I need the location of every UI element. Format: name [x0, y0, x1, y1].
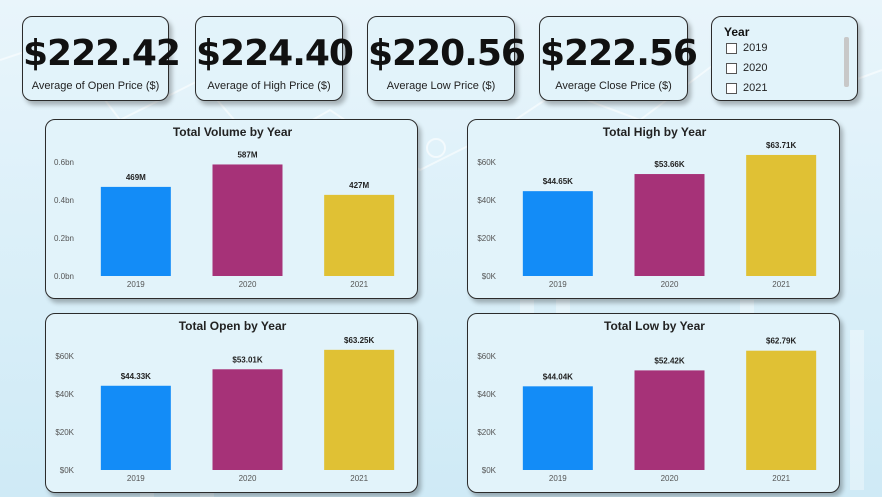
x-tick-label: 2020 [239, 280, 257, 289]
y-tick-label: $40K [477, 196, 496, 205]
kpi-label: Average of High Price ($) [207, 80, 331, 92]
chart-title: Total Low by Year [604, 319, 705, 333]
checkbox[interactable] [726, 82, 737, 94]
x-tick-label: 2019 [127, 280, 145, 289]
data-label: $52.42K [654, 356, 684, 365]
chart-svg: Total Low by Year $0K $20K $40K $60K $44.04K 2… [477, 319, 817, 483]
bar-2021[interactable] [324, 194, 395, 276]
chart-total-low: Total Low by Year $0K $20K $40K $60K $44.04K 2… [467, 313, 840, 493]
bar-2019[interactable] [522, 191, 593, 276]
bar-2020[interactable] [634, 174, 705, 276]
y-tick-label: $0K [482, 466, 497, 475]
x-tick-label: 2021 [350, 280, 368, 289]
y-tick-label: 0.6bn [54, 158, 74, 167]
chart-total-open: Total Open by Year $0K $20K $40K $60K $44.33K… [45, 313, 418, 493]
bar-2021[interactable] [324, 349, 395, 470]
y-tick-label: $0K [482, 272, 497, 281]
data-label: 469M [126, 173, 146, 182]
slicer-scrollbar[interactable] [844, 37, 849, 87]
x-tick-label: 2019 [127, 474, 145, 483]
x-tick-label: 2021 [772, 280, 790, 289]
y-tick-label: $20K [477, 234, 496, 243]
y-tick-label: $0K [60, 466, 75, 475]
data-label: 427M [349, 181, 369, 190]
bar-2019[interactable] [100, 385, 171, 470]
data-label: $44.33K [121, 372, 151, 381]
y-tick-label: $40K [477, 390, 496, 399]
x-tick-label: 2019 [549, 474, 567, 483]
slicer-option-label: 2020 [743, 62, 768, 74]
kpi-label: Average Close Price ($) [555, 80, 672, 92]
data-label: $63.71K [766, 141, 796, 150]
kpi-card-open: $222.42 Average of Open Price ($) [22, 16, 181, 101]
kpi-card-close: $222.56 Average Close Price ($) [539, 16, 698, 101]
y-tick-label: $60K [477, 158, 496, 167]
slicer-option-2020[interactable]: 2020 [726, 62, 767, 74]
y-tick-label: 0.2bn [54, 234, 74, 243]
slicer-title: Year [724, 25, 750, 39]
slicer-option-label: 2019 [743, 42, 768, 54]
chart-title: Total Open by Year [179, 319, 287, 333]
slicer-option-label: 2021 [743, 82, 768, 94]
chart-total-high: Total High by Year $0K $20K $40K $60K $44.65K… [467, 119, 840, 299]
data-label: $53.01K [232, 355, 262, 364]
x-tick-label: 2021 [350, 474, 368, 483]
checkbox[interactable] [726, 62, 737, 74]
kpi-value: $220.56 [368, 33, 526, 74]
kpi-label: Average of Open Price ($) [31, 80, 160, 92]
kpi-card-high: $224.40 Average of High Price ($) [195, 16, 354, 101]
x-tick-label: 2021 [772, 474, 790, 483]
bar-2020[interactable] [212, 369, 283, 470]
kpi-value: $222.56 [540, 33, 698, 74]
y-tick-label: $20K [477, 428, 496, 437]
x-tick-label: 2020 [239, 474, 257, 483]
y-tick-label: 0.4bn [54, 196, 74, 205]
chart-svg: Total Volume by Year 0.0bn 0.2bn 0.4bn 0.6bn… [54, 125, 395, 289]
slicer-option-2021[interactable]: 2021 [726, 82, 767, 94]
bar-2021[interactable] [746, 154, 817, 276]
kpi-value: $222.42 [23, 33, 181, 74]
chart-title: Total High by Year [603, 125, 707, 139]
chart-title: Total Volume by Year [173, 125, 293, 139]
bar-2020[interactable] [212, 164, 283, 276]
data-label: $63.25K [344, 336, 374, 345]
data-label: $44.04K [543, 372, 573, 381]
checkbox[interactable] [726, 42, 737, 54]
y-tick-label: $40K [55, 390, 74, 399]
bar-2019[interactable] [522, 386, 593, 470]
bar-2019[interactable] [100, 186, 171, 276]
y-tick-label: $20K [55, 428, 74, 437]
y-tick-label: $60K [477, 352, 496, 361]
data-label: 587M [237, 150, 257, 159]
kpi-label: Average Low Price ($) [386, 80, 496, 92]
y-tick-label: $60K [55, 352, 74, 361]
bar-2020[interactable] [634, 370, 705, 470]
chart-svg: Total High by Year $0K $20K $40K $60K $44.65K… [477, 125, 817, 289]
y-tick-label: 0.0bn [54, 272, 74, 281]
chart-svg: Total Open by Year $0K $20K $40K $60K $44.33K… [55, 319, 395, 483]
x-tick-label: 2020 [661, 474, 679, 483]
data-label: $62.79K [766, 337, 796, 346]
bar-2021[interactable] [746, 350, 817, 470]
data-label: $53.66K [654, 160, 684, 169]
x-tick-label: 2019 [549, 280, 567, 289]
chart-total-volume: Total Volume by Year 0.0bn 0.2bn 0.4bn 0.6bn… [45, 119, 418, 299]
slicer-option-2019[interactable]: 2019 [726, 42, 767, 54]
year-slicer: Year 2019 2020 2021 [711, 16, 858, 101]
x-tick-label: 2020 [661, 280, 679, 289]
kpi-card-low: $220.56 Average Low Price ($) [367, 16, 526, 101]
kpi-value: $224.40 [196, 33, 354, 74]
data-label: $44.65K [543, 177, 573, 186]
